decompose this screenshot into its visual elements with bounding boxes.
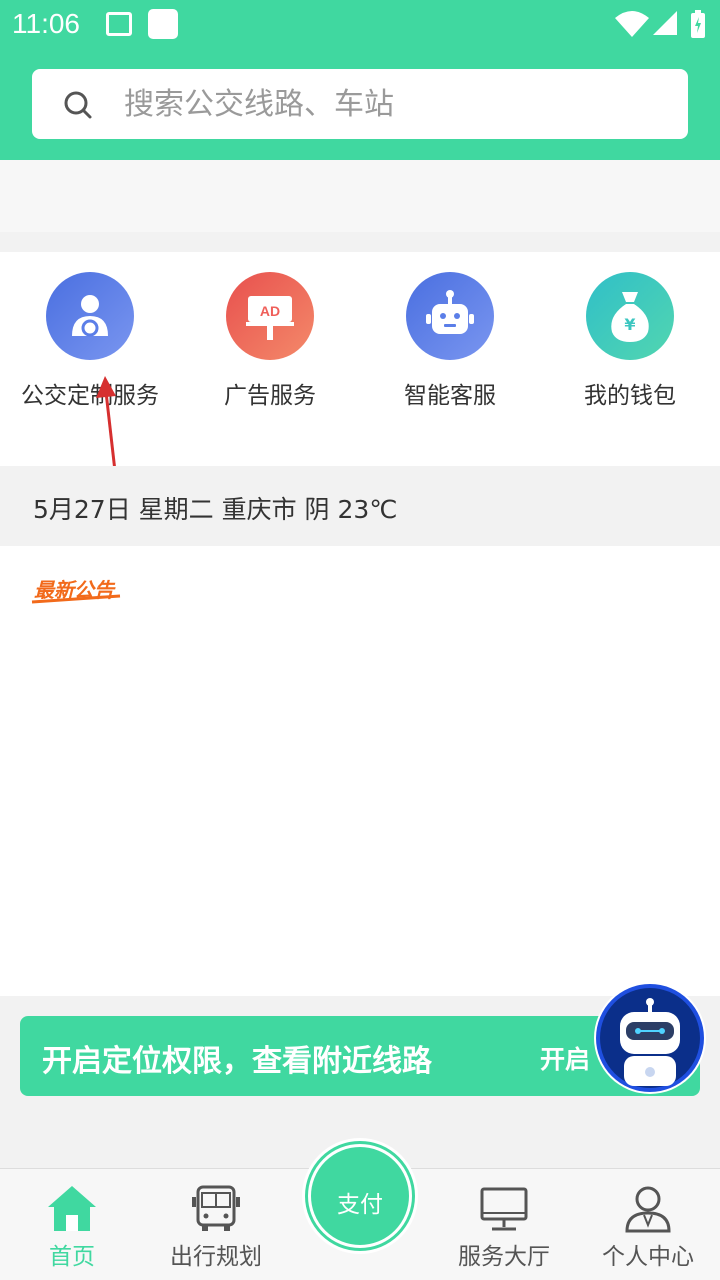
home-icon bbox=[48, 1186, 96, 1231]
signal-icon bbox=[653, 11, 677, 35]
assistant-robot-button[interactable] bbox=[594, 982, 706, 1094]
driver-icon bbox=[46, 272, 134, 360]
notice-section: 最新公告 bbox=[0, 546, 720, 996]
enable-location-button[interactable]: 开启 bbox=[540, 1040, 590, 1076]
status-time: 11:06 bbox=[12, 8, 80, 39]
search-bar[interactable] bbox=[32, 69, 688, 139]
tab-home[interactable]: 首页 bbox=[2, 1179, 142, 1279]
status-bar: 11:06 bbox=[0, 0, 720, 50]
weather-bar: 5月27日 星期二 重庆市 阴 23℃ bbox=[0, 466, 720, 546]
gallery-notification-icon bbox=[106, 12, 132, 36]
weather-text: 5月27日 星期二 重庆市 阴 23℃ bbox=[33, 495, 398, 524]
tab-service-hall[interactable]: 服务大厅 bbox=[434, 1179, 574, 1279]
pay-button-circle: 支付 bbox=[308, 1144, 412, 1248]
tab-label: 服务大厅 bbox=[458, 1244, 550, 1270]
assistant-robot-icon bbox=[596, 984, 704, 1092]
monitor-icon bbox=[480, 1187, 528, 1231]
wifi-icon bbox=[615, 11, 649, 37]
tab-label: 首页 bbox=[49, 1244, 95, 1270]
tab-label: 出行规划 bbox=[170, 1244, 262, 1270]
pay-button[interactable]: 支付 bbox=[302, 1138, 418, 1254]
search-icon bbox=[64, 91, 92, 119]
banner-area bbox=[0, 160, 720, 232]
robot-icon bbox=[406, 272, 494, 360]
svg-text:¥: ¥ bbox=[624, 315, 635, 334]
service-wallet[interactable]: ¥ 我的钱包 bbox=[540, 272, 720, 432]
search-input[interactable] bbox=[124, 83, 664, 125]
service-smart-support[interactable]: 智能客服 bbox=[360, 272, 540, 432]
service-label: 广告服务 bbox=[224, 383, 316, 409]
top-header: 11:06 bbox=[0, 0, 720, 160]
tab-trip-planning[interactable]: 出行规划 bbox=[146, 1179, 286, 1279]
tab-label: 个人中心 bbox=[602, 1244, 694, 1270]
money-bag-icon: ¥ bbox=[586, 272, 674, 360]
service-ad[interactable]: AD 广告服务 bbox=[180, 272, 360, 432]
service-label: 我的钱包 bbox=[584, 383, 676, 409]
ad-icon: AD bbox=[226, 272, 314, 360]
person-icon bbox=[625, 1186, 671, 1233]
notice-title: 最新公告 bbox=[34, 578, 114, 602]
svg-text:AD: AD bbox=[260, 303, 280, 319]
tab-profile[interactable]: 个人中心 bbox=[578, 1179, 718, 1279]
service-label: 智能客服 bbox=[404, 383, 496, 409]
pay-label: 支付 bbox=[337, 1192, 383, 1218]
location-prompt-text: 开启定位权限，查看附近线路 bbox=[42, 1044, 432, 1079]
bus-icon bbox=[192, 1185, 240, 1231]
app-notification-icon bbox=[148, 9, 178, 39]
battery-icon bbox=[691, 10, 705, 38]
